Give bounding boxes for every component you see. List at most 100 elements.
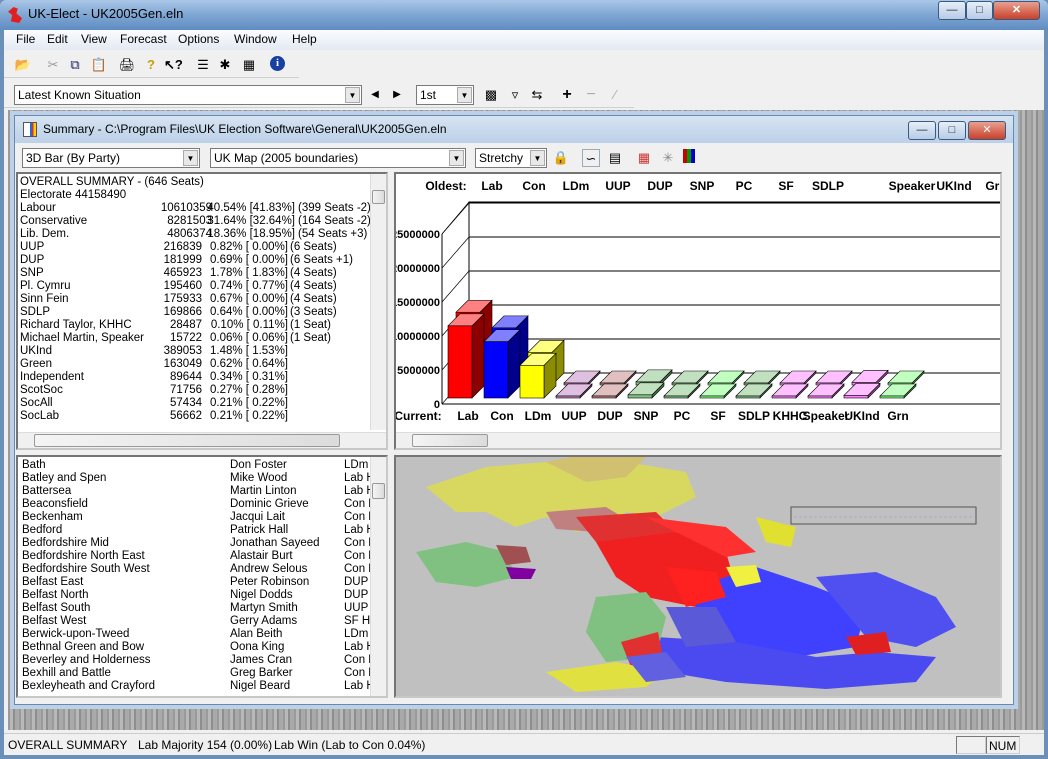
summary-row[interactable]: Conservative 8281503 31.64% [32.64%] (164 S…	[20, 215, 371, 228]
new-summary-icon[interactable]: ☰	[194, 56, 212, 74]
mp-name: Patrick Hall	[230, 524, 289, 536]
info-icon[interactable]: i	[270, 56, 285, 71]
status-empty-panel	[956, 736, 986, 754]
color-grid-icon[interactable]: ▦	[635, 149, 653, 167]
summary-row[interactable]: Pl. Cymru 195460 0.74% [ 0.77%] (4 Seats)	[20, 280, 370, 293]
constituency-row[interactable]: Belfast East Peter Robinson DUP	[20, 576, 372, 589]
chart-horizontal-scrollbar[interactable]	[396, 432, 1000, 448]
summary-row[interactable]: Independent 89644 0.34% [ 0.31%]	[20, 371, 370, 384]
next-icon[interactable]: ▶	[388, 86, 406, 104]
constituency-row[interactable]: Beaconsfield Dominic Grieve Con H	[20, 498, 372, 511]
party-name: UKInd	[20, 345, 52, 357]
constituency-row[interactable]: Belfast South Martyn Smith UUP	[20, 602, 372, 615]
plus-icon[interactable]: +	[558, 86, 576, 104]
summary-row[interactable]: ScotSoc 71756 0.27% [ 0.28%]	[20, 384, 370, 397]
constituency-row[interactable]: Bethnal Green and Bow Oona King Lab H	[20, 641, 372, 654]
party-votes: 8281503	[167, 215, 212, 227]
minimize-button[interactable]: —	[938, 1, 966, 20]
new-map-icon[interactable]: ✱	[216, 56, 234, 74]
child-close-button[interactable]: ✕	[968, 121, 1006, 140]
summary-row[interactable]: DUP 181999 0.69% [ 0.00%] (6 Seats +1)	[20, 254, 370, 267]
constituency-row[interactable]: Batley and Spen Mike Wood Lab H	[20, 472, 372, 485]
summary-row[interactable]: SDLP 169866 0.64% [ 0.00%] (3 Seats)	[20, 306, 370, 319]
summary-row[interactable]: SNP 465923 1.78% [ 1.83%] (4 Seats)	[20, 267, 370, 280]
maximize-button[interactable]: □	[966, 1, 993, 20]
constituency-row[interactable]: Bedford Patrick Hall Lab H	[20, 524, 372, 537]
constituency-row[interactable]: Berwick-upon-Tweed Alan Beith LDm	[20, 628, 372, 641]
constituency-map[interactable]	[396, 457, 1000, 696]
minus-icon[interactable]: −	[582, 86, 600, 104]
constituency-row[interactable]: Bath Don Foster LDm	[20, 459, 372, 472]
help-icon[interactable]: ?	[142, 56, 160, 74]
list-view-icon[interactable]: ▤	[606, 149, 624, 167]
menu-edit[interactable]: Edit	[41, 32, 74, 46]
sparkle-icon[interactable]: ✳	[659, 149, 677, 167]
map-view-icon[interactable]: ∽	[582, 149, 600, 167]
summary-row[interactable]: Green 163049 0.62% [ 0.64%]	[20, 358, 370, 371]
summary-row[interactable]: Sinn Fein 175933 0.67% [ 0.00%] (4 Seats)	[20, 293, 370, 306]
filter-icon[interactable]: ▿	[506, 86, 524, 104]
scrollbar-thumb[interactable]	[372, 190, 385, 204]
find-icon[interactable]: ▩	[482, 86, 500, 104]
new-table-icon[interactable]: ▦	[240, 56, 258, 74]
menu-forecast[interactable]: Forecast	[114, 32, 173, 46]
summary-row[interactable]: UKInd 389053 1.48% [ 1.53%]	[20, 345, 370, 358]
constituency-row[interactable]: Bedfordshire Mid Jonathan Sayeed Con H	[20, 537, 372, 550]
summary-row[interactable]: UUP 216839 0.82% [ 0.00%] (6 Seats)	[20, 241, 370, 254]
menu-window[interactable]: Window	[228, 32, 283, 46]
constituency-row[interactable]: Battersea Martin Linton Lab H	[20, 485, 372, 498]
cut-icon[interactable]: ✂	[44, 56, 62, 74]
percent-icon[interactable]: ⁄	[606, 86, 624, 104]
child-minimize-button[interactable]: —	[908, 121, 936, 140]
summary-row[interactable]: Richard Taylor, KHHC 28487 0.10% [ 0.11%](…	[20, 319, 370, 332]
map-type-dropdown[interactable]: UK Map (2005 boundaries) ▼	[210, 148, 466, 168]
current-bar	[447, 325, 473, 399]
context-help-icon[interactable]: ↖?	[164, 56, 183, 74]
paste-icon[interactable]: 📋	[90, 56, 108, 74]
constituency-row[interactable]: Belfast West Gerry Adams SF H	[20, 615, 372, 628]
constituency-row[interactable]: Beverley and Holderness James Cran Con H	[20, 654, 372, 667]
menu-view[interactable]: View	[75, 32, 113, 46]
scrollbar-thumb[interactable]	[412, 434, 488, 447]
scale-dropdown[interactable]: Stretchy ▼	[475, 148, 547, 168]
summary-row[interactable]: Labour 10610359 40.54% [41.83%] (399 Seats …	[20, 202, 371, 215]
print-icon[interactable]: 🖨	[118, 56, 136, 74]
constituency-row[interactable]: Bedfordshire North East Alastair Burt Con …	[20, 550, 372, 563]
lock-icon[interactable]: 🔒	[552, 149, 570, 167]
scenario-dropdown[interactable]: Latest Known Situation ▼	[14, 85, 362, 105]
constituency-row[interactable]: Bexleyheath and Crayford Nigel Beard Lab H	[20, 680, 372, 693]
summary-horizontal-scrollbar[interactable]	[18, 432, 386, 448]
menu-file[interactable]: File	[10, 32, 41, 46]
swap-icon[interactable]: ⇆	[528, 86, 546, 104]
map-ni-south[interactable]	[506, 567, 536, 579]
mp-name: Peter Robinson	[230, 576, 310, 588]
open-folder-icon[interactable]: 📂	[14, 56, 32, 74]
previous-icon[interactable]: ◀	[366, 86, 384, 104]
list-vertical-scrollbar[interactable]	[370, 457, 386, 696]
map-east-coast[interactable]	[756, 517, 796, 547]
summary-window-title: Summary - C:\Program Files\UK Election S…	[43, 122, 447, 136]
x-tick-label: SNP	[634, 409, 659, 423]
summary-row[interactable]: SocAll 57434 0.21% [ 0.22%]	[20, 397, 370, 410]
copy-icon[interactable]: ⧉	[66, 56, 84, 74]
chart-type-dropdown[interactable]: 3D Bar (By Party) ▼	[22, 148, 200, 168]
current-bar	[699, 395, 725, 399]
scrollbar-thumb[interactable]	[372, 483, 385, 499]
summary-row[interactable]: Michael Martin, Speaker 15722 0.06% [ 0.06…	[20, 332, 370, 345]
child-maximize-button[interactable]: □	[938, 121, 966, 140]
uk-map[interactable]	[394, 455, 1002, 698]
constituency-row[interactable]: Bedfordshire South West Andrew Selous Con …	[20, 563, 372, 576]
constituency-row[interactable]: Beckenham Jacqui Lait Con H	[20, 511, 372, 524]
menu-options[interactable]: Options	[172, 32, 225, 46]
party-colors-icon[interactable]	[683, 149, 695, 163]
close-button[interactable]: ✕	[993, 1, 1040, 20]
summary-row[interactable]: Lib. Dem. 4806374 18.36% [18.95%] (54 Seats…	[20, 228, 370, 241]
menu-help[interactable]: Help	[286, 32, 323, 46]
summary-vertical-scrollbar[interactable]	[370, 174, 386, 430]
constituency-row[interactable]: Bexhill and Battle Greg Barker Con H	[20, 667, 372, 680]
constituency-row[interactable]: Belfast North Nigel Dodds DUP	[20, 589, 372, 602]
rank-dropdown[interactable]: 1st ▼	[416, 85, 474, 105]
scrollbar-thumb[interactable]	[34, 434, 340, 447]
summary-row[interactable]: SocLab 56662 0.21% [ 0.22%]	[20, 410, 370, 423]
chevron-down-icon: ▼	[345, 87, 360, 103]
